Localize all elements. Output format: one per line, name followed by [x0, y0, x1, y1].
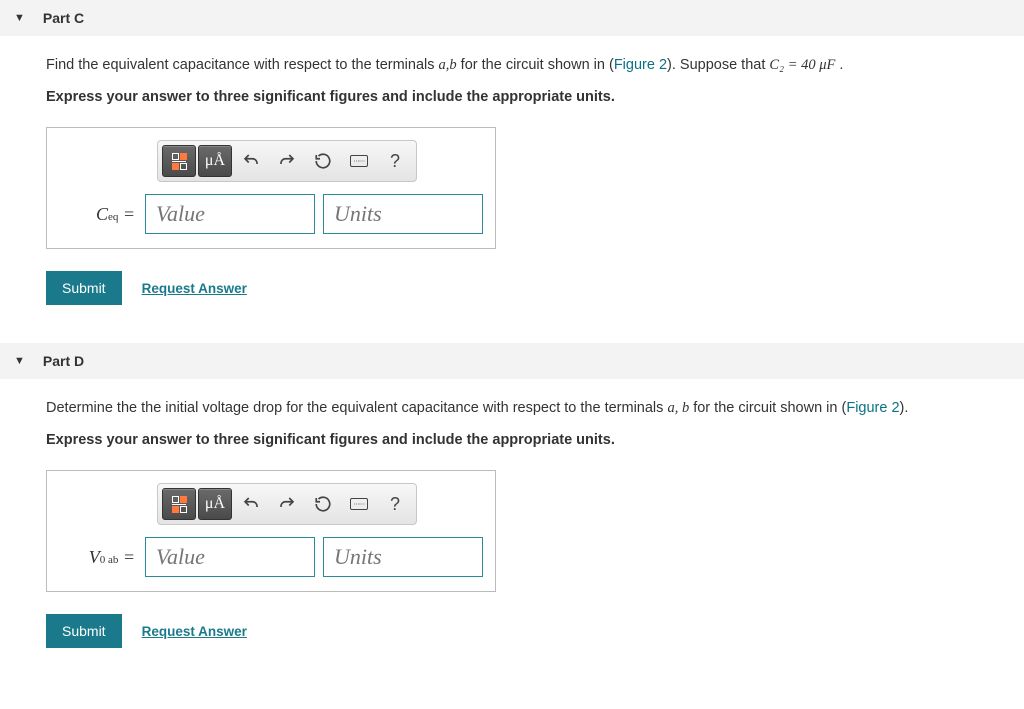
collapse-caret-icon: ▼: [14, 12, 25, 24]
reset-button[interactable]: [306, 145, 340, 177]
variable-label: V0 ab =: [59, 547, 137, 568]
undo-button[interactable]: [234, 145, 268, 177]
redo-icon: [278, 495, 296, 513]
question-mid: for the circuit shown in (: [689, 400, 846, 416]
reset-icon: [314, 152, 332, 170]
given-expression: C₂ = 40 μF: [769, 57, 835, 73]
keyboard-button[interactable]: [342, 488, 376, 520]
keyboard-icon: [350, 498, 368, 510]
variable-label: Ceq =: [59, 204, 137, 225]
question-prefix: Determine the the initial voltage drop f…: [46, 400, 667, 416]
units-input[interactable]: [323, 194, 483, 234]
question-text: Determine the the initial voltage drop f…: [46, 397, 978, 420]
instruction-text: Express your answer to three significant…: [46, 89, 978, 105]
part-header[interactable]: ▼ Part C: [0, 0, 1024, 36]
units-input[interactable]: [323, 537, 483, 577]
question-suffix1: ).: [900, 400, 909, 416]
templates-button[interactable]: [162, 145, 196, 177]
help-button[interactable]: ?: [378, 145, 412, 177]
submit-button[interactable]: Submit: [46, 614, 122, 648]
question-mid: for the circuit shown in (: [457, 57, 614, 73]
redo-icon: [278, 152, 296, 170]
help-icon: ?: [390, 151, 400, 172]
mu-angstrom-icon: μÅ: [205, 152, 225, 170]
keyboard-icon: [350, 155, 368, 167]
part-c: ▼ Part C Find the equivalent capacitance…: [0, 0, 1024, 323]
request-answer-link[interactable]: Request Answer: [142, 624, 247, 639]
toolbar-area: μÅ ?: [47, 128, 495, 188]
fraction-template-icon: [172, 496, 187, 513]
input-row: Ceq =: [47, 188, 495, 248]
part-body: Find the equivalent capacitance with res…: [0, 36, 1024, 323]
question-prefix: Find the equivalent capacitance with res…: [46, 57, 439, 73]
fraction-template-icon: [172, 153, 187, 170]
formatting-toolbar: μÅ ?: [157, 140, 417, 182]
toolbar-area: μÅ ?: [47, 471, 495, 531]
terminals: a, b: [667, 400, 689, 416]
part-body: Determine the the initial voltage drop f…: [0, 379, 1024, 666]
submit-row: Submit Request Answer: [46, 614, 978, 648]
symbols-button[interactable]: μÅ: [198, 145, 232, 177]
undo-button[interactable]: [234, 488, 268, 520]
reset-icon: [314, 495, 332, 513]
collapse-caret-icon: ▼: [14, 355, 25, 367]
input-row: V0 ab =: [47, 531, 495, 591]
redo-button[interactable]: [270, 145, 304, 177]
instruction-text: Express your answer to three significant…: [46, 432, 978, 448]
value-input[interactable]: [145, 537, 315, 577]
part-title: Part C: [43, 10, 84, 26]
part-title: Part D: [43, 353, 84, 369]
formatting-toolbar: μÅ ?: [157, 483, 417, 525]
help-icon: ?: [390, 494, 400, 515]
answer-box: μÅ ?: [46, 127, 496, 249]
templates-button[interactable]: [162, 488, 196, 520]
submit-row: Submit Request Answer: [46, 271, 978, 305]
reset-button[interactable]: [306, 488, 340, 520]
question-suffix2: .: [835, 57, 843, 73]
part-d: ▼ Part D Determine the the initial volta…: [0, 343, 1024, 666]
symbols-button[interactable]: μÅ: [198, 488, 232, 520]
request-answer-link[interactable]: Request Answer: [142, 281, 247, 296]
value-input[interactable]: [145, 194, 315, 234]
undo-icon: [242, 152, 260, 170]
question-text: Find the equivalent capacitance with res…: [46, 54, 978, 77]
answer-box: μÅ ?: [46, 470, 496, 592]
question-suffix1: ). Suppose that: [667, 57, 769, 73]
undo-icon: [242, 495, 260, 513]
figure-link[interactable]: Figure 2: [614, 57, 667, 73]
submit-button[interactable]: Submit: [46, 271, 122, 305]
figure-link[interactable]: Figure 2: [846, 400, 899, 416]
keyboard-button[interactable]: [342, 145, 376, 177]
part-header[interactable]: ▼ Part D: [0, 343, 1024, 379]
redo-button[interactable]: [270, 488, 304, 520]
help-button[interactable]: ?: [378, 488, 412, 520]
terminals: a,b: [439, 57, 457, 73]
mu-angstrom-icon: μÅ: [205, 495, 225, 513]
